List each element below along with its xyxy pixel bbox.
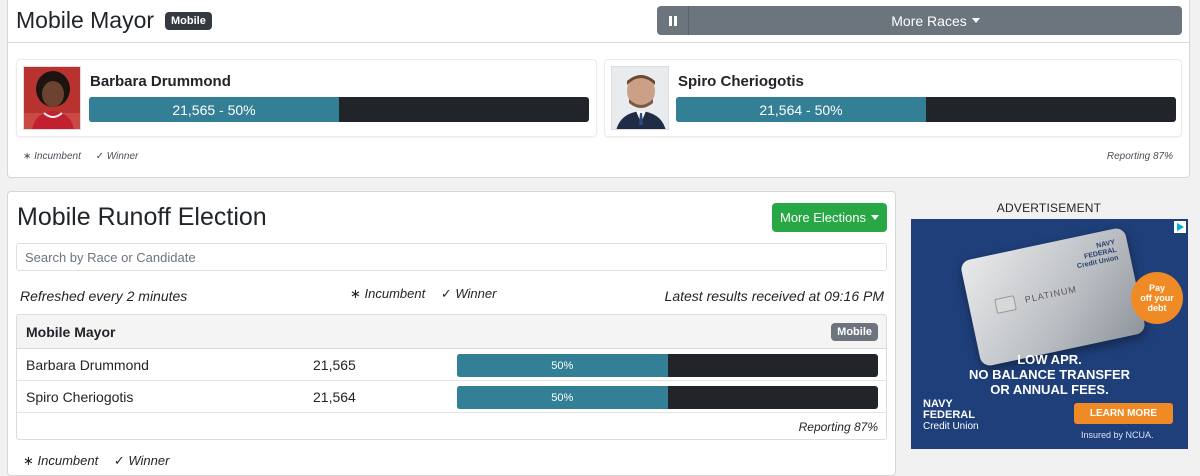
latest-results-time: Latest results received at 09:16 PM (664, 288, 884, 304)
refresh-interval: Refreshed every 2 minutes (20, 288, 188, 304)
ad-headline-line: OR ANNUAL FEES. (990, 382, 1109, 397)
logo-line: Credit Union (923, 421, 979, 432)
more-elections-label: More Elections (780, 210, 866, 225)
row-vote-percent: 50% (551, 391, 574, 404)
caret-down-icon (971, 18, 980, 23)
legend-winner: ✓ Winner (113, 453, 170, 468)
candidate-photo (611, 66, 669, 130)
credit-card-image: NAVY FEDERAL Credit Union PLATINUM (959, 226, 1147, 368)
race-table-title: Mobile Mayor (26, 324, 116, 340)
row-candidate-name: Barbara Drummond (26, 357, 149, 373)
advertisement-label: ADVERTISEMENT (996, 201, 1102, 215)
vote-bar: 21,564 - 50% (676, 97, 1176, 122)
pause-icon (668, 15, 672, 26)
more-races-label: More Races (891, 12, 967, 29)
candidate-name: Spiro Cheriogotis (678, 73, 804, 90)
navy-federal-logo: NAVY FEDERAL Credit Union (923, 399, 979, 433)
top-race-header: Mobile Mayor Mobile More Races (8, 0, 1189, 43)
race-table-header[interactable]: Mobile Mayor Mobile (17, 315, 886, 349)
row-candidate-name: Spiro Cheriogotis (26, 389, 134, 405)
card-chip-icon (994, 295, 1017, 314)
advertisement-banner[interactable]: NAVY FEDERAL Credit Union PLATINUM Pay o… (911, 219, 1188, 449)
caret-down-icon (870, 215, 879, 220)
vote-bar-label: 21,564 - 50% (759, 101, 843, 118)
race-title: Mobile Mayor (16, 7, 155, 33)
ncua-disclaimer: Insured by NCUA. (1081, 430, 1154, 440)
candidate-photo (23, 66, 81, 130)
logo-line: FEDERAL (923, 409, 975, 421)
learn-more-button[interactable]: LEARN MORE (1074, 403, 1173, 424)
location-badge: Mobile (165, 12, 212, 30)
reporting-status: Reporting 87% (798, 420, 878, 434)
legend: ∗ Incumbent ✓ Winner (350, 286, 508, 302)
legend: ∗ Incumbent ✓ Winner (23, 151, 150, 162)
card-tier-text: PLATINUM (1023, 284, 1078, 305)
ad-headline-line: LOW APR. (1017, 352, 1082, 367)
legend-winner: ✓ Winner (440, 286, 497, 301)
badge-line: Pay (1148, 283, 1165, 293)
legend-winner: ✓ Winner (95, 151, 139, 162)
legend: ∗ Incumbent ✓ Winner (23, 453, 181, 469)
pause-icon-bar (673, 15, 677, 26)
legend-incumbent: ∗ Incumbent (23, 151, 81, 162)
vote-bar-label: 21,565 - 50% (172, 101, 256, 118)
search-input[interactable] (16, 243, 887, 271)
row-vote-count: 21,564 (313, 389, 356, 405)
card-logo: NAVY FEDERAL Credit Union (1073, 239, 1120, 271)
row-vote-count: 21,565 (313, 357, 356, 373)
legend-incumbent: ∗ Incumbent (350, 286, 426, 301)
row-vote-bar: 50% (457, 386, 878, 409)
badge-line: debt (1147, 303, 1167, 313)
table-row: Spiro Cheriogotis 21,564 50% (17, 381, 886, 413)
election-title: Mobile Runoff Election (17, 203, 267, 231)
ad-headline: LOW APR. NO BALANCE TRANSFER OR ANNUAL F… (911, 352, 1188, 397)
pay-off-debt-badge: Pay off your debt (1131, 272, 1183, 324)
more-elections-button[interactable]: More Elections (772, 203, 887, 232)
vote-bar: 21,565 - 50% (89, 97, 589, 122)
location-badge: Mobile (831, 323, 878, 341)
reporting-row: Reporting 87% (17, 413, 886, 439)
candidate-card: Spiro Cheriogotis 21,564 - 50% (604, 59, 1182, 137)
ad-headline-line: NO BALANCE TRANSFER (968, 367, 1131, 382)
more-races-button[interactable]: More Races (689, 6, 1182, 35)
legend-incumbent: ∗ Incumbent (23, 453, 99, 468)
candidate-name: Barbara Drummond (90, 73, 231, 90)
candidate-card: Barbara Drummond 21,565 - 50% (16, 59, 597, 137)
pause-button[interactable] (657, 6, 689, 35)
badge-line: off your (1140, 293, 1174, 303)
top-race-panel: Mobile Mayor Mobile More Races Barbara D… (7, 0, 1190, 178)
table-row: Barbara Drummond 21,565 50% (17, 349, 886, 381)
row-vote-percent: 50% (551, 359, 574, 372)
reporting-status: Reporting 87% (1106, 151, 1173, 162)
election-panel: Mobile Runoff Election More Elections Re… (7, 191, 896, 476)
race-results-table: Mobile Mayor Mobile Barbara Drummond 21,… (16, 314, 887, 440)
row-vote-bar: 50% (457, 354, 878, 377)
ad-choices-icon[interactable] (1174, 221, 1186, 233)
